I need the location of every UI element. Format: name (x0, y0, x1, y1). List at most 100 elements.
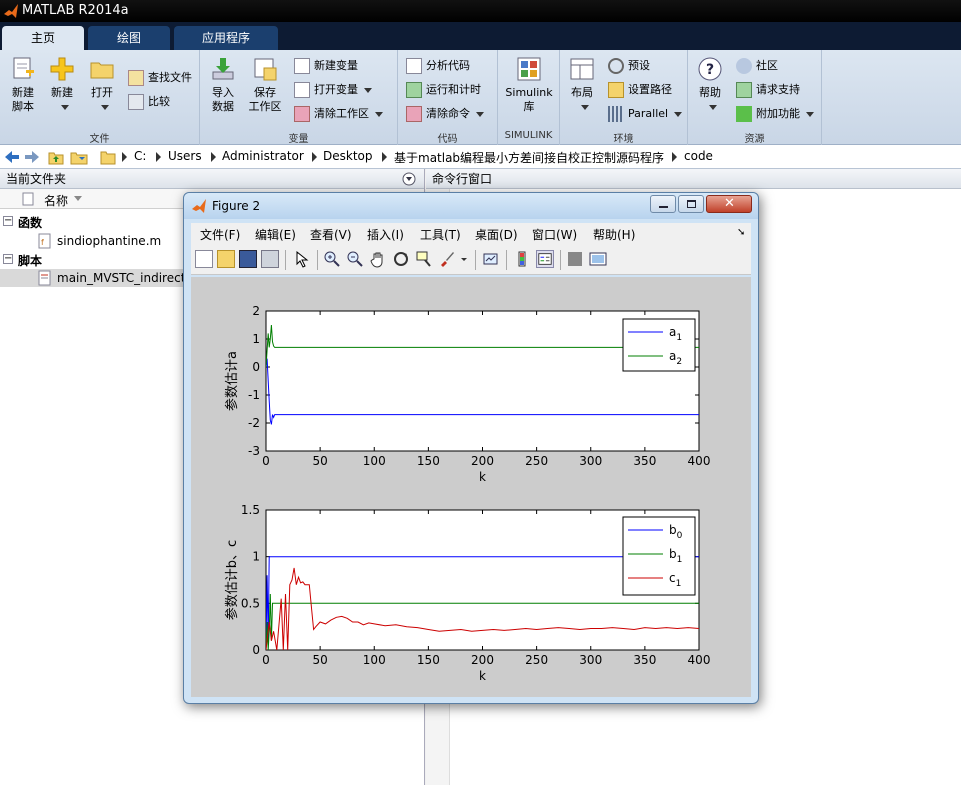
save-icon[interactable] (239, 250, 257, 268)
help-icon: ? (697, 56, 723, 82)
compare-button[interactable]: 比较 (128, 92, 170, 112)
breadcrumb-part[interactable]: Users (168, 149, 202, 163)
maximize-button[interactable] (678, 195, 704, 213)
environment-group-label: 环境 (613, 134, 634, 145)
breadcrumb-part[interactable]: C: (134, 149, 146, 163)
collapse-icon[interactable]: − (3, 254, 13, 264)
folder-path-icon (608, 82, 624, 98)
up-folder-icon[interactable] (48, 149, 64, 165)
analyze-code-button[interactable]: 分析代码 (406, 56, 470, 76)
breadcrumb-part[interactable]: Administrator (222, 149, 304, 163)
breadcrumb-part[interactable]: Desktop (323, 149, 373, 163)
matlab-logo-icon (192, 199, 206, 213)
parallel-button[interactable]: Parallel (608, 104, 682, 124)
code-group-label: 代码 (437, 134, 458, 145)
breadcrumb-part[interactable]: code (684, 149, 713, 163)
x-tick-label: 400 (688, 454, 711, 468)
dock-arrow-icon[interactable]: ➘ (737, 227, 745, 238)
minimize-icon (659, 206, 668, 208)
toolbar-divider (560, 250, 561, 270)
dropdown-arrow-icon[interactable] (461, 258, 467, 262)
new-button[interactable]: 新建 (44, 50, 80, 114)
y-tick-label: 1 (252, 332, 260, 346)
new-script-icon (10, 56, 36, 82)
x-tick-label: 50 (312, 454, 327, 468)
hide-plot-tools-icon[interactable] (568, 252, 582, 266)
menu-file[interactable]: 文件(F) (200, 226, 240, 243)
open-button[interactable]: 打开 (84, 50, 120, 114)
close-button[interactable]: ✕ (706, 195, 752, 213)
colorbar-icon[interactable] (513, 250, 531, 268)
print-icon[interactable] (261, 250, 279, 268)
menu-insert[interactable]: 插入(I) (367, 226, 404, 243)
data-cursor-icon[interactable] (415, 250, 433, 268)
minimize-button[interactable] (650, 195, 676, 213)
add-ons-button[interactable]: 附加功能 (736, 104, 814, 124)
figure-window: Figure 2 ✕ 文件(F) 编辑(E) 查看(V) 插入(I) 工具(T)… (183, 192, 759, 704)
close-icon: ✕ (724, 196, 735, 211)
variable-group-label: 变量 (288, 134, 309, 145)
legend-icon[interactable] (536, 250, 554, 268)
address-bar: C: Users Administrator Desktop 基于matlab编… (0, 145, 961, 169)
environment-group: 布局 预设 设置路径 Parallel 环境 (560, 50, 688, 145)
open-file-icon[interactable] (217, 250, 235, 268)
column-name[interactable]: 名称 (44, 192, 68, 209)
forward-arrow-icon[interactable] (24, 150, 40, 164)
menu-desktop[interactable]: 桌面(D) (475, 226, 518, 243)
x-tick-label: 100 (363, 653, 386, 667)
file-type-icon (22, 192, 34, 206)
collapse-icon[interactable]: − (3, 216, 13, 226)
brush-icon[interactable] (438, 250, 456, 268)
svg-text:?: ? (706, 62, 714, 78)
new-script-button[interactable]: 新建 脚本 (4, 50, 42, 114)
y-axis-label: 参数估计a (224, 351, 240, 411)
new-figure-icon[interactable] (195, 250, 213, 268)
legend-box (622, 318, 696, 372)
preferences-button[interactable]: 预设 (608, 56, 650, 76)
rotate-3d-icon[interactable] (392, 250, 410, 268)
link-plot-icon[interactable] (482, 250, 500, 268)
tab-plots[interactable]: 绘图 (88, 26, 170, 50)
zoom-out-icon[interactable] (346, 250, 364, 268)
import-data-button[interactable]: 导入 数据 (204, 50, 242, 114)
support-icon (736, 82, 752, 98)
new-variable-button[interactable]: 新建变量 (294, 56, 358, 76)
clear-workspace-button[interactable]: 清除工作区 (294, 104, 383, 124)
menu-window[interactable]: 窗口(W) (532, 226, 577, 243)
run-and-time-button[interactable]: 运行和计时 (406, 80, 481, 100)
panel-menu-icon[interactable] (402, 172, 416, 186)
layout-button[interactable]: 布局 (564, 50, 600, 114)
menu-edit[interactable]: 编辑(E) (255, 226, 296, 243)
menu-help[interactable]: 帮助(H) (593, 226, 635, 243)
show-plot-tools-icon[interactable] (589, 250, 607, 268)
menu-tools[interactable]: 工具(T) (420, 226, 461, 243)
set-path-button[interactable]: 设置路径 (608, 80, 672, 100)
request-support-button[interactable]: 请求支持 (736, 80, 800, 100)
help-button[interactable]: ? 帮助 (692, 50, 728, 114)
browse-folder-icon[interactable] (70, 149, 88, 165)
find-files-button[interactable]: 查找文件 (128, 68, 192, 88)
y-tick-label: 0 (252, 643, 260, 657)
pointer-icon[interactable] (293, 250, 311, 268)
clear-commands-button[interactable]: 清除命令 (406, 104, 484, 124)
breadcrumb-part[interactable]: 基于matlab编程最小方差间接自校正控制源码程序 (394, 149, 664, 166)
simulink-library-button[interactable]: Simulink 库 (502, 50, 556, 114)
tab-home[interactable]: 主页 (2, 26, 84, 50)
m-file-icon: f (38, 233, 51, 249)
open-variable-button[interactable]: 打开变量 (294, 80, 372, 100)
save-workspace-button[interactable]: 保存 工作区 (244, 50, 286, 114)
y-tick-label: -1 (248, 388, 260, 402)
legend-box (622, 516, 696, 596)
x-tick-label: 150 (417, 653, 440, 667)
community-button[interactable]: 社区 (736, 56, 778, 76)
back-arrow-icon[interactable] (4, 150, 20, 164)
save-workspace-icon (252, 56, 278, 82)
zoom-in-icon[interactable] (323, 250, 341, 268)
pan-hand-icon[interactable] (369, 250, 387, 268)
figure-title-bar[interactable]: Figure 2 ✕ (184, 193, 758, 219)
menu-view[interactable]: 查看(V) (310, 226, 352, 243)
find-files-icon (128, 70, 144, 86)
grid-open-icon (294, 82, 310, 98)
tab-apps[interactable]: 应用程序 (174, 26, 278, 50)
simulink-group: Simulink 库 SIMULINK (498, 50, 560, 145)
